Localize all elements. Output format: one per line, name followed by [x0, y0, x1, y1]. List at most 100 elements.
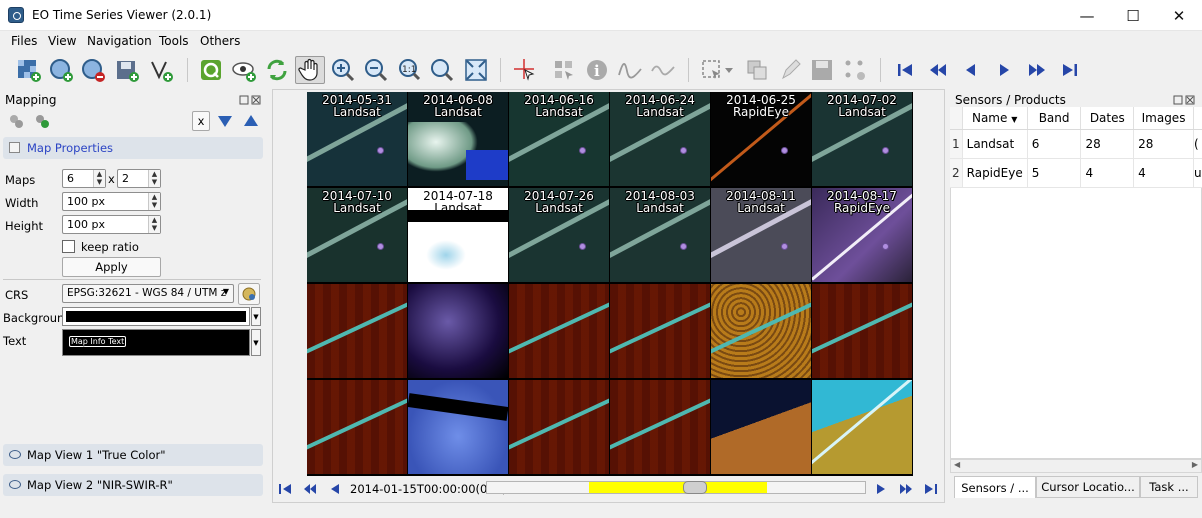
- horizontal-scrollbar[interactable]: ◀ ▶: [950, 459, 1202, 473]
- sync-icon[interactable]: [262, 56, 292, 84]
- tab-task[interactable]: Task ...: [1140, 476, 1198, 498]
- edit-icon[interactable]: [776, 56, 806, 84]
- map-tile[interactable]: 2014-06-24 Landsat: [610, 92, 710, 186]
- identify-cursor-icon[interactable]: [510, 56, 540, 84]
- previous-date-icon[interactable]: [328, 482, 342, 496]
- next-year-icon[interactable]: [899, 482, 913, 496]
- map-tile[interactable]: 2014-07-18 Landsat: [408, 188, 508, 282]
- panel-float-close-icons[interactable]: [239, 94, 263, 108]
- tab-sensors[interactable]: Sensors / ...: [954, 476, 1036, 498]
- save-edits-icon[interactable]: [807, 56, 837, 84]
- zoom-in-icon[interactable]: [328, 56, 358, 84]
- eye-icon[interactable]: [9, 450, 21, 459]
- apply-button[interactable]: Apply: [62, 257, 161, 277]
- height-spinbox[interactable]: 100 px ▲ ▼: [62, 215, 161, 234]
- previous-year-icon[interactable]: [303, 482, 317, 496]
- map-tile[interactable]: [509, 284, 609, 378]
- maps-rows-spinbox[interactable]: 2 ▲ ▼: [117, 169, 161, 188]
- next-date-icon[interactable]: [874, 482, 888, 496]
- add-map-view-icon[interactable]: [7, 112, 25, 133]
- map-tile[interactable]: 2014-06-08 Landsat: [408, 92, 508, 186]
- digitize-icon[interactable]: [840, 56, 870, 84]
- last-date-icon[interactable]: [1055, 56, 1085, 84]
- select-pixel-icon[interactable]: [549, 56, 579, 84]
- zoom-out-icon[interactable]: [361, 56, 391, 84]
- table-row[interactable]: 2 RapidEye 5 4 4 u: [950, 158, 1202, 188]
- profile-icon[interactable]: [615, 56, 645, 84]
- map-tile[interactable]: [408, 380, 508, 474]
- map-grid[interactable]: 2014-05-31 Landsat 2014-06-08 Landsat 2014-0…: [307, 92, 913, 476]
- previous-year-icon[interactable]: [923, 56, 953, 84]
- map-tile[interactable]: 2014-06-25 RapidEye: [711, 92, 811, 186]
- pan-icon[interactable]: [295, 56, 325, 84]
- previous-date-icon[interactable]: [956, 56, 986, 84]
- map-tile[interactable]: 2014-07-02 Landsat: [812, 92, 912, 186]
- menu-navigation[interactable]: Navigation: [87, 34, 152, 48]
- temporal-profile-icon[interactable]: [648, 56, 678, 84]
- time-slider[interactable]: [486, 481, 866, 494]
- map-tile[interactable]: [610, 284, 710, 378]
- crs-select[interactable]: EPSG:32621 - WGS 84 / UTM z ▼: [62, 284, 234, 303]
- next-year-icon[interactable]: [1022, 56, 1052, 84]
- collapse-icon[interactable]: [9, 142, 20, 153]
- column-header-dates[interactable]: Dates: [1080, 107, 1135, 130]
- maps-columns-spinbox[interactable]: 6 ▲ ▼: [62, 169, 106, 188]
- map-tile[interactable]: [307, 380, 407, 474]
- eye-add-icon[interactable]: [229, 56, 259, 84]
- map-tile[interactable]: [408, 284, 508, 378]
- map-tile[interactable]: 2014-06-16 Landsat: [509, 92, 609, 186]
- next-date-icon[interactable]: [989, 56, 1019, 84]
- map-view-1-group[interactable]: Map View 1 "True Color": [3, 444, 263, 466]
- map-tile[interactable]: 2014-07-10 Landsat: [307, 188, 407, 282]
- background-color-button[interactable]: [62, 307, 250, 326]
- move-down-icon[interactable]: [217, 114, 233, 131]
- menu-others[interactable]: Others: [200, 34, 240, 48]
- map-tile[interactable]: 2014-08-17 RapidEye: [812, 188, 912, 282]
- map-tile[interactable]: 2014-05-31 Landsat: [307, 92, 407, 186]
- tab-cursor-location[interactable]: Cursor Locatio...: [1036, 476, 1140, 498]
- add-raster-icon[interactable]: [14, 56, 44, 84]
- text-style-button[interactable]: Map Info Text: [62, 329, 250, 356]
- menu-tools[interactable]: Tools: [159, 34, 189, 48]
- map-tile[interactable]: 2014-08-03 Landsat: [610, 188, 710, 282]
- eye-icon[interactable]: [9, 480, 21, 489]
- first-date-icon[interactable]: [890, 56, 920, 84]
- first-date-icon[interactable]: [278, 482, 292, 496]
- map-tile[interactable]: [711, 284, 811, 378]
- map-tile[interactable]: [509, 380, 609, 474]
- x-button[interactable]: x: [192, 111, 210, 131]
- map-tile[interactable]: 2014-08-11 Landsat: [711, 188, 811, 282]
- column-header-band[interactable]: Band: [1027, 107, 1082, 130]
- close-button[interactable]: ✕: [1156, 0, 1202, 31]
- maximize-button[interactable]: ☐: [1110, 0, 1156, 31]
- crs-globe-icon[interactable]: [238, 283, 260, 308]
- map-view-2-group[interactable]: Map View 2 "NIR-SWIR-R": [3, 474, 263, 496]
- minimize-button[interactable]: —: [1064, 0, 1110, 31]
- width-spinbox[interactable]: 100 px ▲ ▼: [62, 192, 161, 211]
- map-tile[interactable]: 2014-07-26 Landsat: [509, 188, 609, 282]
- add-vector-icon[interactable]: [46, 56, 76, 84]
- map-tile[interactable]: [307, 284, 407, 378]
- last-date-icon[interactable]: [924, 482, 938, 496]
- keep-ratio-checkbox[interactable]: [62, 240, 75, 253]
- menu-files[interactable]: Files: [11, 34, 37, 48]
- time-slider-handle[interactable]: [682, 481, 707, 494]
- menu-view[interactable]: View: [48, 34, 76, 48]
- zoom-native-icon[interactable]: 1:1: [394, 56, 424, 84]
- map-tile[interactable]: [812, 380, 912, 474]
- zoom-full-icon[interactable]: [427, 56, 457, 84]
- add-vector-layer-icon[interactable]: [146, 56, 176, 84]
- map-properties-group[interactable]: Map Properties: [3, 137, 263, 159]
- copy-features-icon[interactable]: [743, 56, 773, 84]
- info-icon[interactable]: i: [582, 56, 612, 84]
- text-dropdown-icon[interactable]: ▼: [251, 329, 261, 356]
- map-tile[interactable]: [711, 380, 811, 474]
- move-up-icon[interactable]: [243, 114, 259, 131]
- background-dropdown-icon[interactable]: ▼: [251, 307, 261, 326]
- remove-raster-icon[interactable]: [78, 56, 108, 84]
- table-row[interactable]: 1 Landsat 6 28 28 (: [950, 129, 1202, 159]
- qgis-icon[interactable]: [196, 56, 226, 84]
- panel-float-close-icons[interactable]: [1173, 94, 1197, 108]
- map-tile[interactable]: [812, 284, 912, 378]
- map-tile[interactable]: [610, 380, 710, 474]
